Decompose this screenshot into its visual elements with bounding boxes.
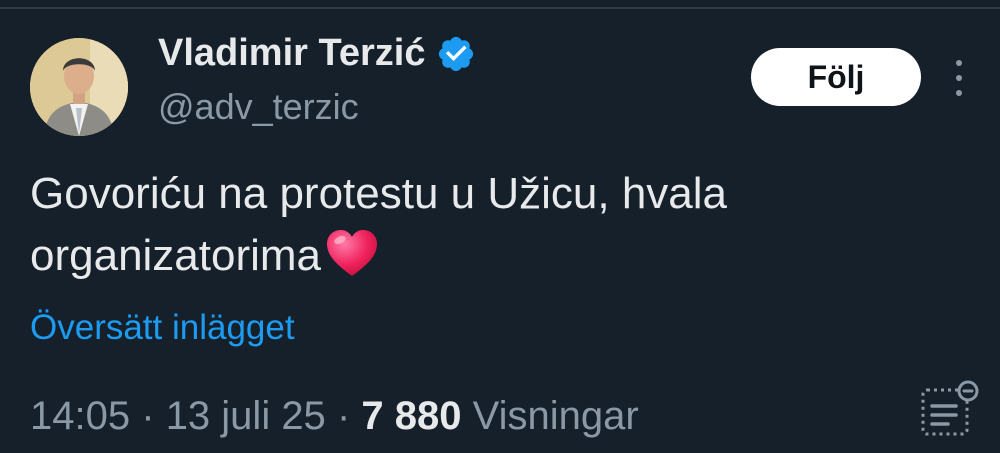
avatar[interactable] xyxy=(30,38,128,136)
tweet-text-line-with-emoji: organizatorima xyxy=(30,225,930,287)
post-date[interactable]: 13 juli 25 xyxy=(166,394,326,438)
more-dot xyxy=(956,90,962,96)
heart-emoji-icon xyxy=(327,230,378,276)
display-name-row: Vladimir Terzić xyxy=(158,32,476,75)
tweet-text-line: organizatorima xyxy=(30,231,322,280)
more-dot xyxy=(956,60,962,66)
post-meta: 14:05 · 13 juli 25 · 7 880 Visningar xyxy=(30,394,639,439)
avatar-image xyxy=(30,38,128,136)
follow-button[interactable]: Följ xyxy=(751,48,921,106)
translate-post-link[interactable]: Översätt inlägget xyxy=(30,308,295,348)
verified-badge-icon[interactable] xyxy=(436,34,476,74)
tweet-text: Govoriću na protestu u Užicu, hvala orga… xyxy=(30,163,930,287)
post-time[interactable]: 14:05 xyxy=(30,394,130,438)
top-divider xyxy=(0,0,1000,9)
meta-separator: · xyxy=(141,394,155,438)
post-analytics-icon[interactable] xyxy=(918,380,982,438)
author-handle[interactable]: @adv_terzic xyxy=(158,86,359,128)
views-label: Visningar xyxy=(472,394,639,438)
display-name[interactable]: Vladimir Terzić xyxy=(158,32,426,75)
tweet-text-line: Govoriću na protestu u Užicu, hvala xyxy=(30,169,728,218)
meta-separator: · xyxy=(336,394,351,438)
more-options-icon[interactable] xyxy=(944,60,974,96)
views-count: 7 880 xyxy=(361,394,462,438)
more-dot xyxy=(956,75,962,81)
